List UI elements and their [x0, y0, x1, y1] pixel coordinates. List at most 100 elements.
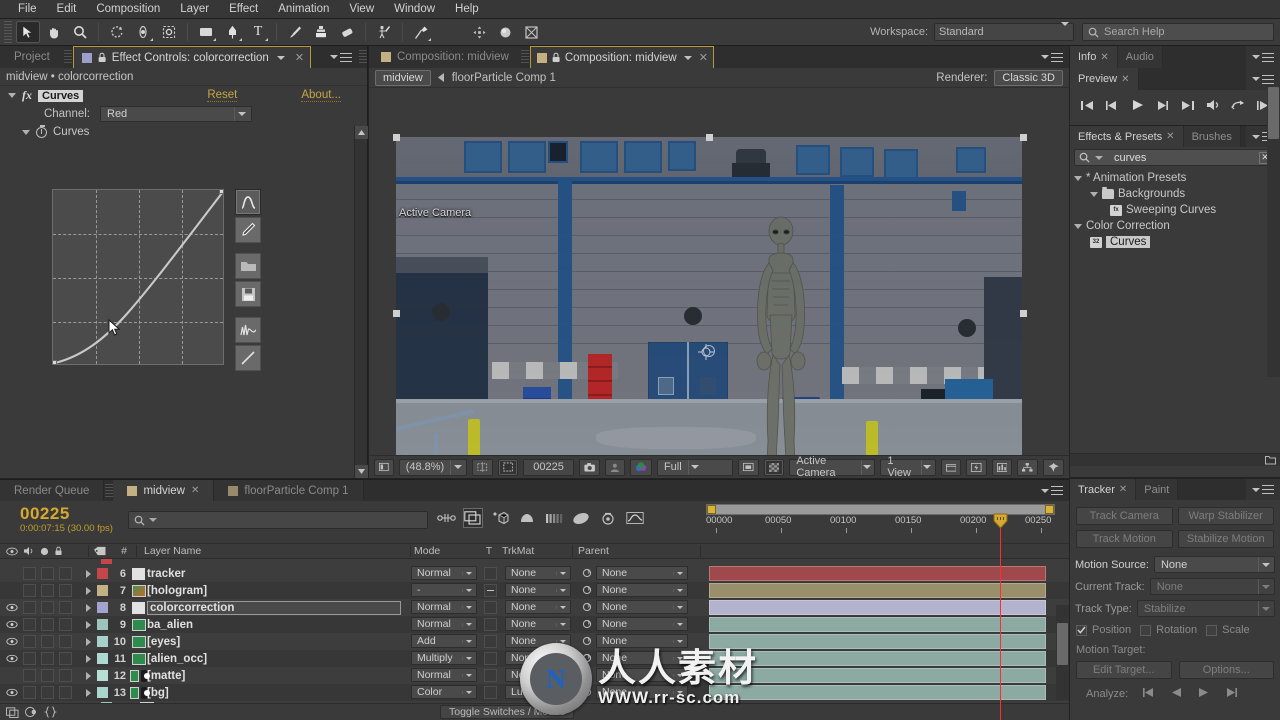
tab-effects-presets[interactable]: Effects & Presets ✕ [1070, 126, 1184, 147]
column-layer-name[interactable]: Layer Name [136, 545, 406, 557]
pencil-tool-icon[interactable] [235, 217, 261, 243]
puppet-pin-tool[interactable] [409, 21, 433, 43]
layer-parent-dropdown[interactable]: None [596, 583, 688, 597]
layer-trkmat-dropdown[interactable]: None [505, 583, 571, 597]
layer-lock-toggle[interactable] [59, 686, 72, 699]
layer-mode-dropdown[interactable]: Normal [411, 600, 477, 614]
scroll-up-icon[interactable] [355, 126, 368, 139]
layer-mode-dropdown[interactable]: Add [411, 634, 477, 648]
column-number[interactable]: # [112, 545, 136, 557]
disclosure-triangle-icon[interactable] [8, 93, 16, 98]
mask-icon[interactable] [519, 21, 543, 43]
table-row[interactable]: 13 [bg] Color Lum None [0, 684, 1069, 701]
layer-name[interactable]: [bg] [147, 687, 169, 699]
edit-target-button[interactable]: Edit Target... [1076, 661, 1172, 679]
close-icon[interactable]: ✕ [1121, 74, 1129, 85]
curves-graph[interactable] [52, 189, 224, 365]
close-icon[interactable]: ✕ [295, 51, 304, 64]
disclosure-triangle-icon[interactable] [1074, 223, 1082, 229]
tree-folder-backgrounds[interactable]: Backgrounds [1070, 186, 1280, 202]
resolution-dropdown[interactable]: Full [656, 458, 734, 476]
layer-parent-pickwhip[interactable] [582, 619, 592, 632]
table-row[interactable]: 6 tracker Normal None None [0, 565, 1069, 582]
layer-parent-pickwhip[interactable] [582, 602, 592, 615]
current-time-field[interactable]: 00225 [523, 458, 574, 476]
layer-audio-toggle[interactable] [23, 652, 36, 665]
take-snapshot-icon[interactable] [578, 458, 601, 476]
selection-tool[interactable] [16, 21, 40, 43]
panel-menu-button[interactable] [1246, 479, 1280, 500]
layer-trkmat-dropdown[interactable]: None [505, 634, 571, 648]
layer-handle[interactable] [393, 310, 400, 317]
save-curve-icon[interactable] [235, 281, 261, 307]
layer-duration-bar[interactable] [709, 685, 1046, 700]
layer-video-toggle[interactable] [3, 652, 20, 665]
new-folder-icon[interactable] [1265, 455, 1276, 465]
expression-braces-icon[interactable] [44, 706, 57, 718]
layer-mode-dropdown[interactable]: Color [411, 685, 477, 699]
reset-curve-icon[interactable] [235, 345, 261, 371]
layer-color-chip[interactable] [97, 619, 108, 630]
layer-disclosure-icon[interactable] [86, 586, 91, 595]
effects-search-input[interactable]: curves ✕ [1074, 149, 1276, 166]
menu-help[interactable]: Help [445, 0, 489, 19]
hand-tool[interactable] [42, 21, 66, 43]
layer-video-toggle[interactable] [3, 635, 20, 648]
layer-video-toggle[interactable] [3, 618, 20, 631]
reset-exposure-icon[interactable] [1042, 458, 1065, 476]
layer-audio-toggle[interactable] [23, 601, 36, 614]
channel-dropdown[interactable]: Red [100, 106, 252, 122]
layer-parent-dropdown[interactable]: None [596, 566, 688, 580]
layer-trkmat-toggle[interactable] [484, 686, 497, 699]
layer-trkmat-toggle[interactable] [484, 652, 497, 665]
layer-disclosure-icon[interactable] [86, 671, 91, 680]
layer-parent-pickwhip[interactable] [582, 636, 592, 649]
layer-mode-dropdown[interactable]: Multiply [411, 651, 477, 665]
stopwatch-icon[interactable] [36, 124, 47, 138]
next-frame-button[interactable] [1152, 96, 1172, 114]
timeline-button-icon[interactable] [991, 458, 1013, 476]
open-curve-icon[interactable] [235, 253, 261, 279]
layer-parent-dropdown[interactable]: None [596, 685, 688, 699]
layer-parent-pickwhip[interactable] [582, 687, 592, 700]
layer-parent-pickwhip[interactable] [582, 670, 592, 683]
layer-duration-bar[interactable] [709, 617, 1046, 632]
audio-toggle-button[interactable] [1203, 96, 1223, 114]
tree-group-animation-presets[interactable]: * Animation Presets [1070, 170, 1280, 186]
shape-tool[interactable] [194, 21, 218, 43]
layer-name[interactable]: [hologram] [147, 585, 207, 597]
choose-grid-icon[interactable] [472, 458, 493, 476]
scale-checkbox[interactable] [1206, 624, 1218, 636]
graph-editor-icon[interactable] [625, 508, 645, 528]
tab-preview[interactable]: Preview ✕ [1070, 68, 1139, 90]
work-area-end-handle[interactable] [1045, 505, 1054, 514]
about-link[interactable]: About... [301, 89, 341, 102]
layer-mode-dropdown[interactable]: Normal [411, 668, 477, 682]
curve-control-point[interactable] [219, 189, 224, 194]
unified-camera-tool[interactable] [131, 21, 155, 43]
table-row[interactable]: 8 colorcorrection Normal None None [0, 599, 1069, 616]
layer-video-toggle[interactable] [3, 686, 20, 699]
layer-parent-pickwhip[interactable] [582, 568, 592, 581]
layer-disclosure-icon[interactable] [86, 620, 91, 629]
layer-parent-pickwhip[interactable] [582, 585, 592, 598]
layer-parent-dropdown[interactable]: None [596, 668, 688, 682]
panel-grip[interactable] [64, 46, 73, 68]
tree-item-sweeping-curves[interactable]: fx Sweeping Curves [1070, 202, 1280, 218]
layer-audio-toggle[interactable] [23, 686, 36, 699]
layer-lock-toggle[interactable] [59, 601, 72, 614]
loop-button[interactable] [1228, 96, 1248, 114]
type-tool[interactable]: T [246, 21, 270, 43]
menu-composition[interactable]: Composition [86, 0, 170, 19]
show-snapshot-icon[interactable] [605, 458, 625, 476]
layer-name[interactable]: tracker [147, 568, 185, 580]
magnification-dropdown[interactable]: (48.8%) [398, 458, 468, 476]
layer-handle[interactable] [393, 134, 400, 141]
layer-color-chip[interactable] [97, 687, 108, 698]
tab-effect-controls[interactable]: Effect Controls: colorcorrection ✕ [72, 46, 312, 68]
layer-duration-bar[interactable] [709, 634, 1046, 649]
layer-trkmat-dropdown[interactable]: None [505, 600, 571, 614]
layer-mode-dropdown[interactable]: Normal [411, 617, 477, 631]
zoom-tool[interactable] [68, 21, 92, 43]
layer-duration-bar[interactable] [709, 600, 1046, 615]
